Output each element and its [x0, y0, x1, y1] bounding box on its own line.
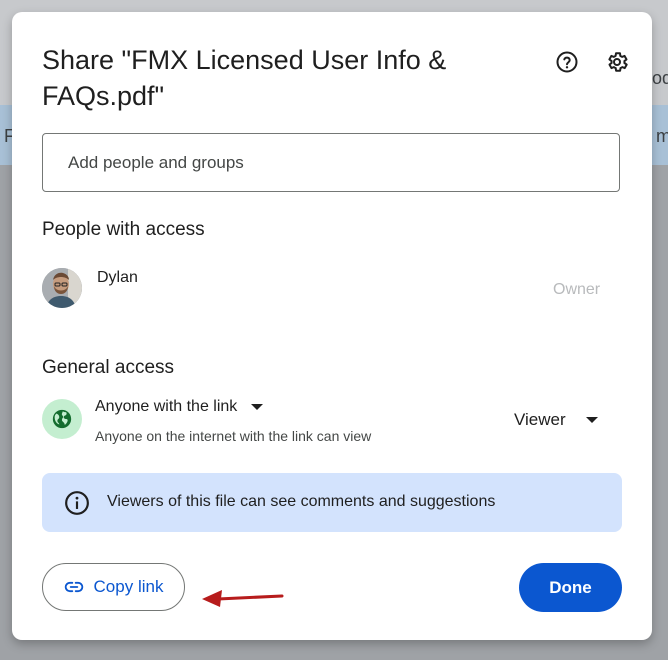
help-circle-icon: [556, 51, 578, 73]
copy-link-button[interactable]: Copy link: [42, 563, 185, 611]
general-access-heading: General access: [42, 357, 175, 378]
gear-icon: [608, 52, 628, 72]
general-access-option: Anyone with the link: [95, 398, 238, 415]
info-message: Viewers of this file can see comments an…: [107, 493, 496, 510]
settings-button[interactable]: [599, 44, 635, 80]
help-button[interactable]: [549, 44, 585, 80]
background-text: m: [656, 126, 668, 146]
info-banner: Viewers of this file can see comments an…: [42, 473, 622, 532]
general-access-dropdown[interactable]: Anyone with the link: [95, 398, 264, 416]
link-icon: [64, 581, 83, 593]
globe-icon: [42, 399, 82, 439]
general-access-description: Anyone on the internet with the link can…: [95, 428, 372, 444]
role-value: Viewer: [514, 410, 566, 429]
background-text: od: [652, 68, 668, 88]
person-role: Owner: [553, 281, 601, 298]
chevron-down-icon: [585, 417, 598, 423]
info-icon: [65, 491, 89, 515]
add-people-input[interactable]: [42, 133, 620, 192]
people-with-access-heading: People with access: [42, 219, 205, 240]
role-dropdown[interactable]: Viewer: [514, 410, 598, 430]
dialog-title: Share "FMX Licensed User Info & FAQs.pdf…: [42, 45, 447, 111]
done-button[interactable]: Done: [519, 563, 622, 612]
annotation-arrow-icon: [202, 590, 284, 607]
copy-link-label: Copy link: [93, 577, 164, 596]
person-name: Dylan: [97, 269, 138, 286]
avatar: [42, 268, 82, 308]
chevron-down-icon: [251, 404, 264, 410]
share-dialog: Share "FMX Licensed User Info & FAQs.pdf…: [12, 12, 652, 640]
